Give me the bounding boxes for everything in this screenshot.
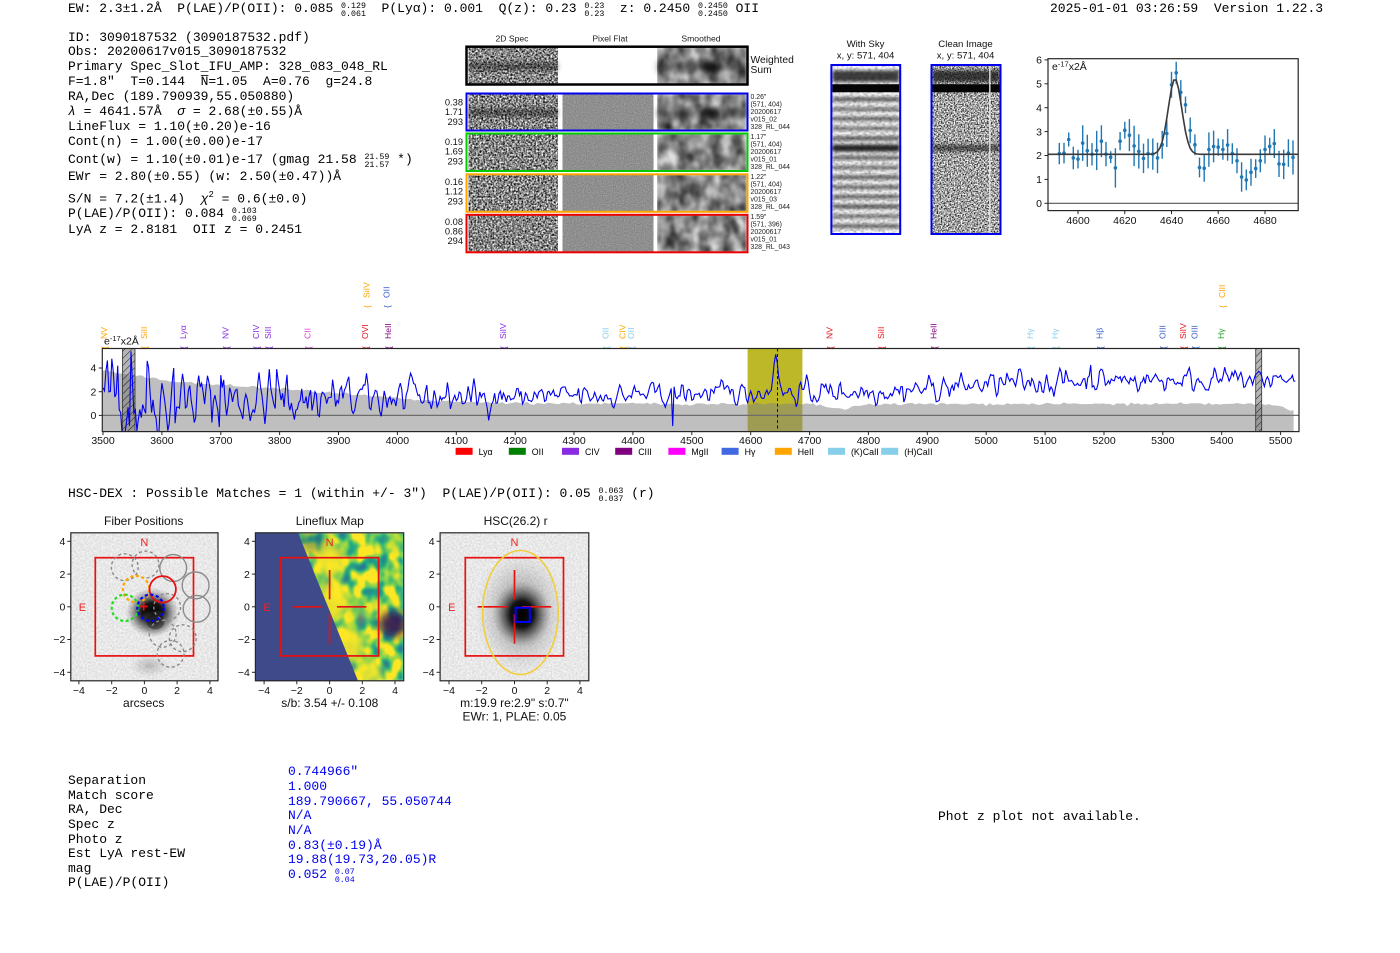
svg-text:4: 4 xyxy=(429,536,435,548)
svg-text:NV: NV xyxy=(825,327,835,339)
svg-text:−2: −2 xyxy=(53,634,65,646)
svg-text:4: 4 xyxy=(244,536,250,548)
svg-text:4: 4 xyxy=(207,685,213,697)
svg-text:SiII: SiII xyxy=(876,327,886,339)
svg-text:N: N xyxy=(511,537,519,549)
svg-text:CIII: CIII xyxy=(1217,285,1227,298)
svg-text:2: 2 xyxy=(244,569,250,581)
svg-text:Hγ: Hγ xyxy=(1216,328,1226,339)
svg-text:5300: 5300 xyxy=(1151,435,1175,447)
svg-text:Hγ: Hγ xyxy=(1050,328,1060,339)
svg-text:−4: −4 xyxy=(443,685,455,697)
svg-text:4: 4 xyxy=(577,685,583,697)
svg-text:4900: 4900 xyxy=(916,435,940,447)
svg-text:E: E xyxy=(263,602,270,614)
svg-text:Hγ: Hγ xyxy=(745,447,756,457)
svg-text:arcsecs: arcsecs xyxy=(123,696,164,710)
svg-text:Hγ: Hγ xyxy=(1025,328,1035,339)
svg-text:N: N xyxy=(326,537,334,549)
svg-text:5000: 5000 xyxy=(975,435,999,447)
svg-text:m:19.9 re:2.9" s:0.7": m:19.9 re:2.9" s:0.7" xyxy=(460,696,569,710)
svg-text:0: 0 xyxy=(59,602,65,614)
svg-text:5200: 5200 xyxy=(1092,435,1116,447)
svg-text:{: { xyxy=(1218,305,1228,308)
svg-text:Lineflux Map: Lineflux Map xyxy=(296,514,364,528)
svg-text:4700: 4700 xyxy=(798,435,822,447)
svg-text:4600: 4600 xyxy=(739,435,763,447)
svg-text:Hβ: Hβ xyxy=(1094,328,1104,339)
svg-text:0: 0 xyxy=(429,602,435,614)
svg-text:SiIV: SiIV xyxy=(1178,323,1188,339)
svg-text:E: E xyxy=(448,602,455,614)
svg-text:EWr: 1, PLAE: 0.05: EWr: 1, PLAE: 0.05 xyxy=(462,710,566,724)
svg-text:5100: 5100 xyxy=(1033,435,1057,447)
svg-text:−2: −2 xyxy=(106,685,118,697)
svg-text:OIII: OIII xyxy=(1189,325,1199,339)
svg-text:HeII: HeII xyxy=(798,447,814,457)
svg-text:s/b: 3.54 +/- 0.108: s/b: 3.54 +/- 0.108 xyxy=(281,696,378,710)
svg-text:HeII: HeII xyxy=(928,323,938,339)
svg-text:N: N xyxy=(140,537,148,549)
svg-text:(H)CaII: (H)CaII xyxy=(904,447,932,457)
svg-text:Fiber Positions: Fiber Positions xyxy=(104,514,183,528)
svg-text:HSC(26.2) r: HSC(26.2) r xyxy=(484,514,548,528)
svg-text:OIII: OIII xyxy=(1157,325,1167,339)
svg-text:−4: −4 xyxy=(238,667,250,679)
svg-text:−4: −4 xyxy=(258,685,270,697)
svg-text:−4: −4 xyxy=(53,667,65,679)
svg-text:5500: 5500 xyxy=(1269,435,1293,447)
svg-text:(K)CaII: (K)CaII xyxy=(851,447,879,457)
svg-text:2: 2 xyxy=(59,569,65,581)
svg-text:2: 2 xyxy=(429,569,435,581)
svg-text:0: 0 xyxy=(244,602,250,614)
svg-text:5400: 5400 xyxy=(1210,435,1234,447)
svg-text:−4: −4 xyxy=(423,667,435,679)
svg-text:2: 2 xyxy=(174,685,180,697)
svg-text:−2: −2 xyxy=(423,634,435,646)
svg-text:−2: −2 xyxy=(238,634,250,646)
svg-text:4800: 4800 xyxy=(857,435,881,447)
svg-text:E: E xyxy=(79,602,86,614)
svg-text:4: 4 xyxy=(392,685,398,697)
svg-text:−4: −4 xyxy=(73,685,85,697)
svg-text:4: 4 xyxy=(59,536,65,548)
